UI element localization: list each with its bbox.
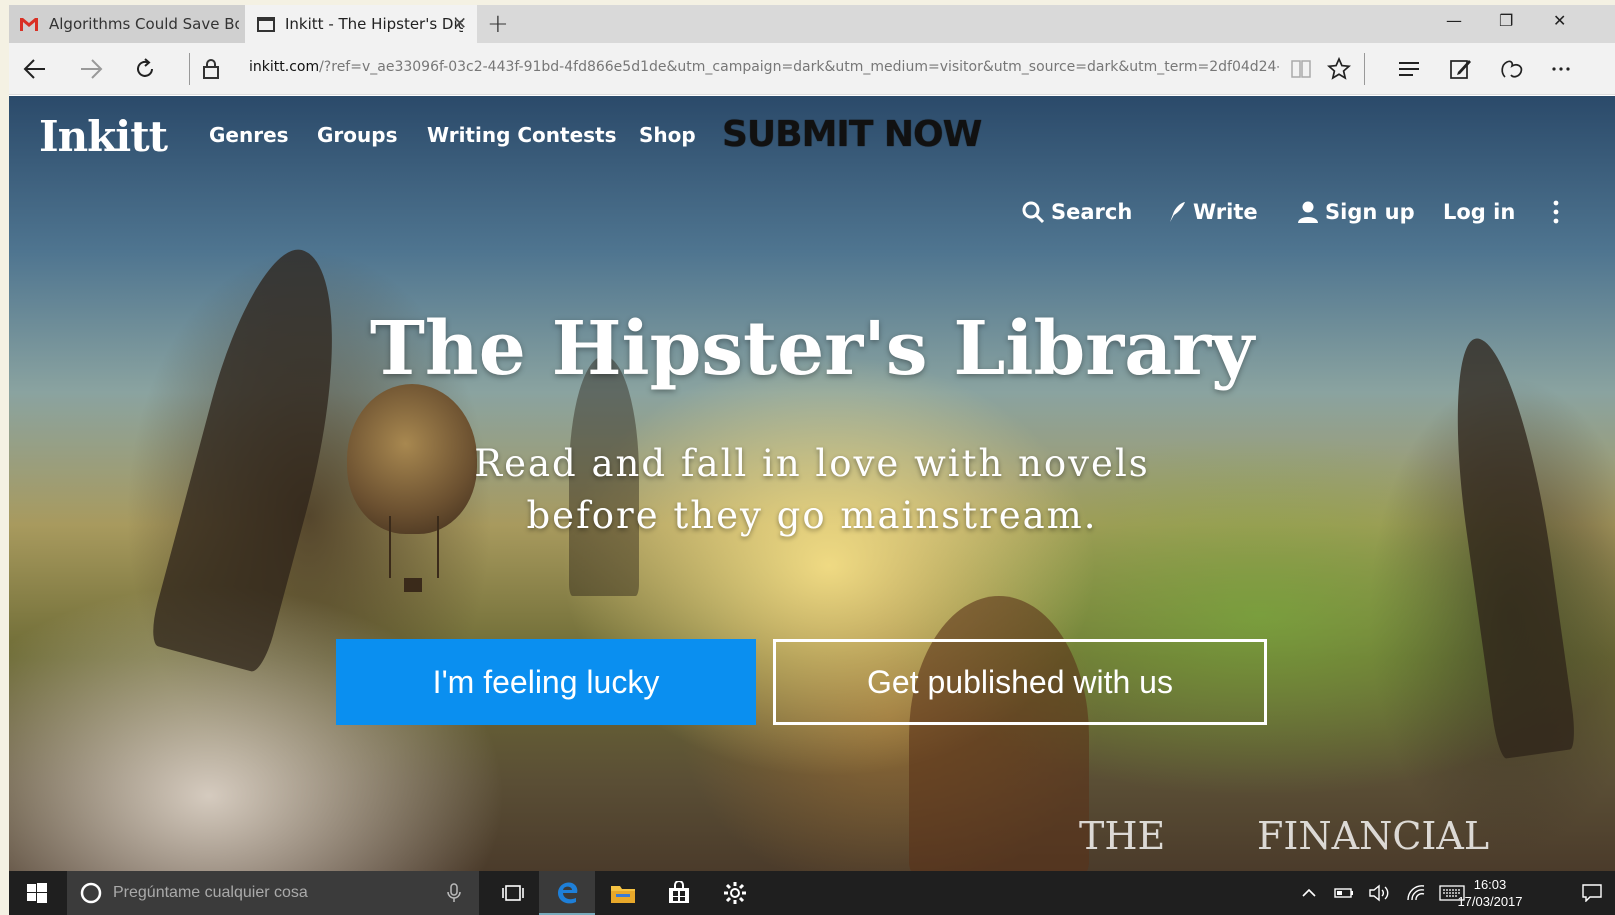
task-view-icon[interactable] <box>491 871 535 915</box>
login-link[interactable]: Log in <box>1443 200 1515 224</box>
edge-browser-icon[interactable] <box>539 871 595 915</box>
search-label: Search <box>1051 200 1133 224</box>
press-logo-right: FINANCIAL <box>1257 814 1490 858</box>
inkitt-logo[interactable]: Inkitt <box>39 112 168 161</box>
search-placeholder: Pregúntame cualquier cosa <box>113 884 308 901</box>
signup-link[interactable]: Sign up <box>1297 200 1415 224</box>
hub-icon[interactable] <box>1393 53 1425 85</box>
microphone-icon[interactable] <box>447 883 461 903</box>
address-toolbar: inkitt.com/?ref=v_ae33096f-03c2-443f-91b… <box>9 43 1615 95</box>
file-explorer-icon[interactable] <box>595 871 651 915</box>
reading-view-icon[interactable] <box>1285 53 1317 85</box>
screen: Algorithms Could Save Boo Inkitt - The H… <box>0 0 1615 915</box>
cortana-search-box[interactable]: Pregúntame cualquier cosa <box>67 871 479 915</box>
quill-icon <box>1170 202 1185 222</box>
url-path: /?ref=v_ae33096f-03c2-443f-91bd-4fd866e5… <box>319 59 1279 75</box>
inkitt-page: Inkitt Genres Groups Writing Contests Sh… <box>9 96 1615 876</box>
chevron-up-icon[interactable] <box>1297 871 1321 915</box>
get-published-button[interactable]: Get published with us <box>773 639 1267 725</box>
minimize-icon[interactable]: — <box>1446 11 1462 30</box>
hero-subtitle-line2: before they go mainstream. <box>526 494 1098 537</box>
submit-now-link[interactable]: SUBMIT NOW <box>722 114 982 155</box>
rock-foreground <box>909 596 1089 876</box>
toolbar-divider <box>1364 53 1365 85</box>
rock-spire-right <box>1440 332 1578 760</box>
address-field[interactable]: inkitt.com/?ref=v_ae33096f-03c2-443f-91b… <box>249 59 1279 75</box>
browser-window: Algorithms Could Save Boo Inkitt - The H… <box>9 5 1615 915</box>
back-icon[interactable] <box>19 53 51 85</box>
feeling-lucky-button[interactable]: I'm feeling lucky <box>336 639 756 725</box>
nav-groups[interactable]: Groups <box>317 123 397 147</box>
write-link[interactable]: Write <box>1167 200 1258 224</box>
close-tab-icon[interactable]: ✕ <box>453 14 467 34</box>
search-link[interactable]: Search <box>1021 200 1132 224</box>
tab-title: Inkitt - The Hipster's Dig <box>285 15 463 33</box>
restore-icon[interactable]: ❐ <box>1499 11 1513 30</box>
close-window-icon[interactable]: ✕ <box>1553 11 1566 30</box>
share-icon[interactable] <box>1496 53 1528 85</box>
nav-writing-contests[interactable]: Writing Contests <box>427 123 617 147</box>
tab-inkitt[interactable]: Inkitt - The Hipster's Dig ✕ <box>245 5 477 43</box>
kebab-menu-icon[interactable] <box>1553 200 1565 224</box>
write-label: Write <box>1193 200 1258 224</box>
gmail-icon <box>19 17 39 32</box>
system-clock[interactable]: 16:03 17/03/2017 <box>1455 876 1525 910</box>
store-icon[interactable] <box>651 871 707 915</box>
volume-icon[interactable] <box>1367 871 1393 915</box>
tab-title: Algorithms Could Save Boo <box>49 15 239 33</box>
forward-icon[interactable] <box>75 53 107 85</box>
search-icon <box>1022 201 1045 224</box>
refresh-icon[interactable] <box>129 53 161 85</box>
signup-label: Sign up <box>1325 200 1415 224</box>
balloon-basket <box>404 578 422 592</box>
press-logo-left: THE <box>1079 814 1166 858</box>
web-note-icon[interactable] <box>1445 53 1477 85</box>
settings-gear-icon[interactable] <box>707 871 763 915</box>
clock-time: 16:03 <box>1473 877 1507 892</box>
new-tab-icon[interactable]: + <box>487 9 509 39</box>
notifications-icon[interactable] <box>1575 871 1609 915</box>
page-icon <box>257 16 275 32</box>
windows-taskbar: Pregúntame cualquier cosa 16:03 17/03/20… <box>9 871 1615 915</box>
hero-headline: The Hipster's Library <box>369 306 1255 392</box>
favorite-star-icon[interactable] <box>1323 53 1355 85</box>
tab-strip: Algorithms Could Save Boo Inkitt - The H… <box>9 5 1615 43</box>
user-icon <box>1298 201 1318 223</box>
tab-gmail[interactable]: Algorithms Could Save Boo <box>9 5 245 43</box>
nav-genres[interactable]: Genres <box>209 123 289 147</box>
toolbar-divider <box>189 53 190 85</box>
cortana-icon <box>80 882 102 904</box>
clock-date: 17/03/2017 <box>1457 894 1523 909</box>
start-windows-icon[interactable] <box>17 871 57 915</box>
more-icon[interactable] <box>1545 53 1577 85</box>
lock-icon[interactable] <box>195 53 227 85</box>
hero-subtitle-line1: Read and fall in love with novels <box>474 442 1150 485</box>
wifi-icon[interactable] <box>1403 871 1429 915</box>
url-domain: inkitt.com <box>249 59 320 75</box>
battery-icon[interactable] <box>1331 871 1357 915</box>
nav-shop[interactable]: Shop <box>639 123 696 147</box>
